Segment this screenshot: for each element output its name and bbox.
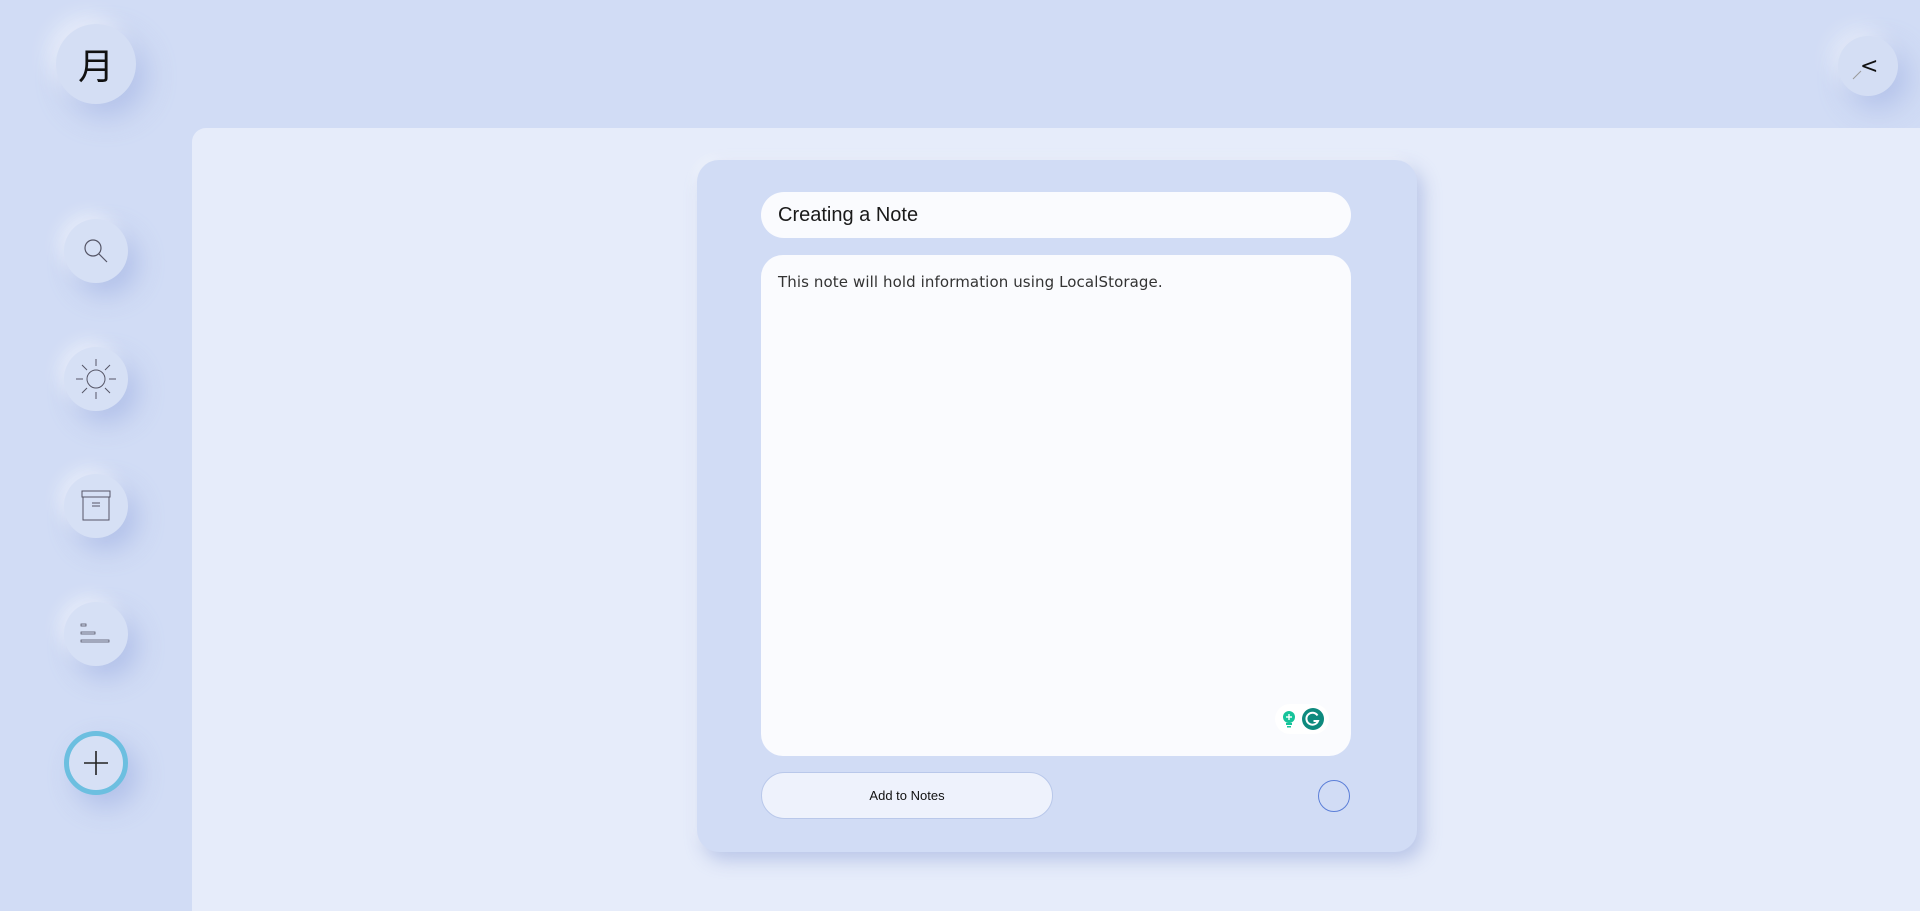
collapse-button[interactable]: < [1838, 36, 1898, 96]
new-note-button[interactable] [64, 731, 128, 795]
app-logo: 月 [56, 24, 136, 104]
sidebar-item-theme[interactable] [64, 347, 128, 411]
color-picker-button[interactable] [1318, 780, 1350, 812]
chevron-left-icon: < [1852, 54, 1878, 80]
search-icon [84, 239, 108, 263]
note-title-input[interactable] [761, 192, 1351, 238]
note-body-text: This note will hold information using Lo… [778, 273, 1163, 291]
sidebar-item-list[interactable] [64, 602, 128, 666]
sun-icon [76, 359, 116, 399]
note-body-textarea[interactable]: This note will hold information using Lo… [761, 255, 1351, 756]
logo-glyph: 月 [77, 47, 114, 88]
grammarly-widget[interactable] [1275, 704, 1329, 734]
collapse-glyph: < [1860, 54, 1878, 79]
archive-icon [81, 490, 111, 521]
add-to-notes-button[interactable]: Add to Notes [761, 772, 1053, 819]
lightbulb-icon[interactable] [1279, 709, 1299, 729]
list-icon [80, 623, 110, 643]
sidebar-item-archive[interactable] [64, 474, 128, 538]
note-editor-card: This note will hold information using Lo… [697, 160, 1417, 852]
app-window: 月 < Creating a Note This note will hold … [0, 0, 1920, 911]
add-to-notes-label: Add to Notes [869, 788, 945, 803]
grammarly-icon[interactable] [1301, 707, 1325, 731]
plus-icon [84, 751, 108, 775]
sidebar-item-search[interactable] [64, 219, 128, 283]
